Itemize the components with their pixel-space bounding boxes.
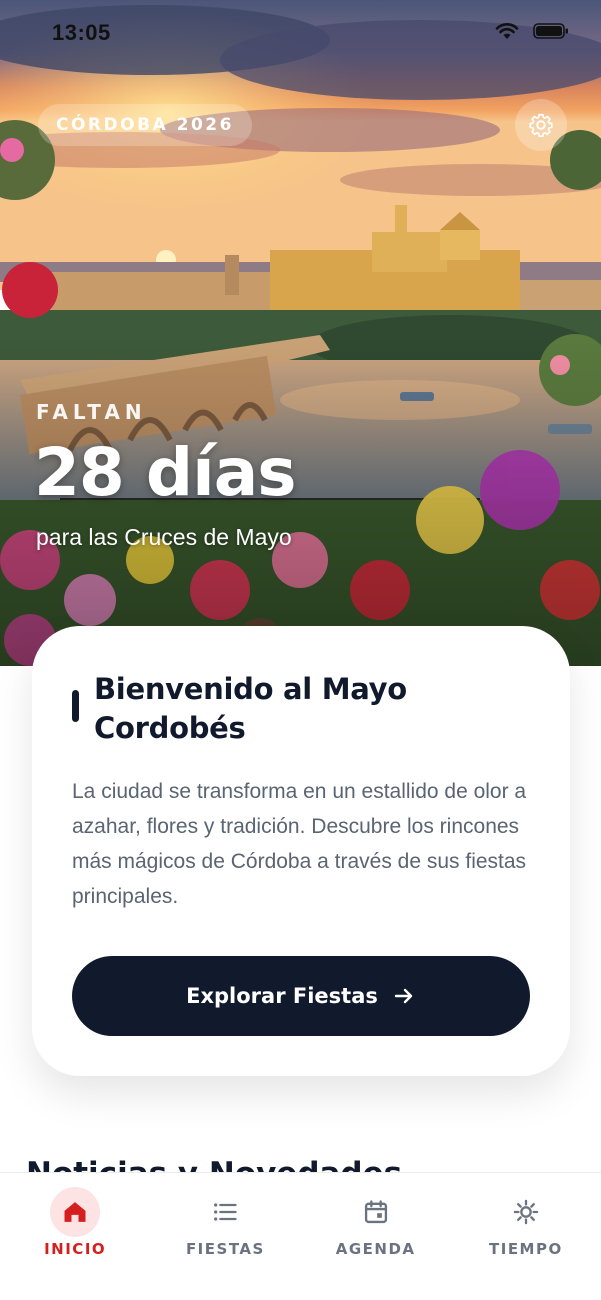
tab-label: AGENDA [335,1240,416,1258]
sun-icon [513,1199,539,1225]
calendar-icon [364,1200,387,1224]
wifi-icon [495,23,519,39]
settings-button[interactable] [515,99,567,151]
welcome-body: La ciudad se transforma en un estallido … [72,780,527,908]
tab-fiestas-icon-bg [200,1187,250,1237]
brand-label: CÓRDOBA 2026 [56,115,234,135]
countdown-value: 28 días [34,434,297,511]
brand-pill: CÓRDOBA 2026 [38,104,252,146]
countdown-label: FALTAN [36,400,147,424]
arrow-right-icon [394,988,413,1004]
app-screen: 13:05 CÓRDOBA 2026 FALTAN 28 días para l… [0,0,601,1300]
tab-tiempo-icon-bg [501,1187,551,1237]
hero-image [0,0,601,666]
status-bar: 13:05 [0,0,601,64]
countdown-subtitle: para las Cruces de Mayo [36,524,292,550]
welcome-card: Bienvenido al Mayo Cordobés La ciudad se… [32,626,570,1076]
battery-icon [533,23,568,39]
explore-button-label: Explorar Fiestas [186,984,378,1008]
tab-agenda[interactable]: AGENDA [301,1173,451,1300]
hero-banner: 13:05 CÓRDOBA 2026 FALTAN 28 días para l… [0,0,601,666]
title-accent-bar [72,690,79,722]
gear-icon [529,113,553,138]
tab-tiempo[interactable]: TIEMPO [451,1173,601,1300]
tab-agenda-icon-bg [351,1187,401,1237]
bottom-tab-bar: INICIO FIESTAS AGENDA TIEMPO [0,1172,601,1300]
status-icons [495,22,569,40]
tab-label: FIESTAS [185,1240,265,1258]
tab-fiestas[interactable]: FIESTAS [150,1173,300,1300]
tab-label: INICIO [44,1240,107,1258]
welcome-title: Bienvenido al Mayo Cordobés [94,672,407,745]
explore-fiestas-button[interactable]: Explorar Fiestas [72,956,530,1036]
tab-inicio-icon-bg [50,1187,101,1237]
status-time: 13:05 [52,20,111,45]
list-icon [214,1203,238,1221]
tab-inicio[interactable]: INICIO [0,1173,150,1300]
home-icon [64,1202,86,1222]
tab-label: TIEMPO [489,1240,563,1258]
